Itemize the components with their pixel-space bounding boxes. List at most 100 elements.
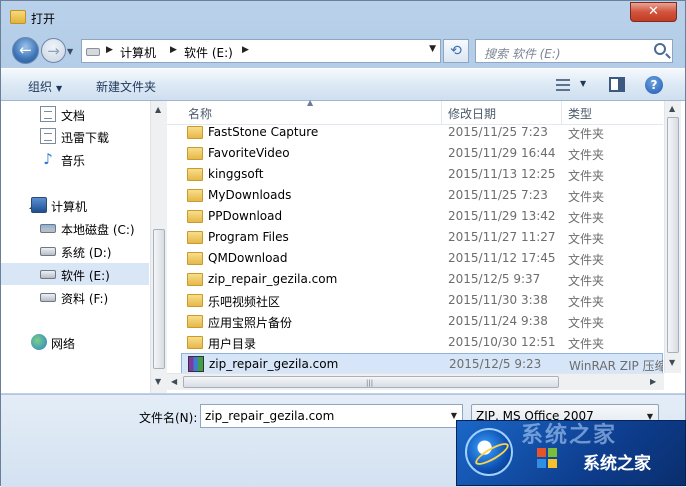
sidebar-item-label: 网络 xyxy=(51,337,76,351)
file-name: FastStone Capture xyxy=(208,125,319,139)
close-button[interactable]: ✕ xyxy=(630,2,677,22)
address-bar[interactable]: ▶ 计算机 ▶ 软件 (E:) ▶ ▼ xyxy=(81,39,441,63)
new-folder-button[interactable]: 新建文件夹 xyxy=(96,78,156,95)
file-name: 乐吧视频社区 xyxy=(208,295,281,309)
file-row[interactable]: QMDownload 2015/11/12 17:45 文件夹 xyxy=(181,248,663,269)
music-icon: ♪ xyxy=(43,150,53,168)
file-type: 文件夹 xyxy=(568,316,605,330)
file-date: 2015/11/12 17:45 xyxy=(448,251,556,265)
view-dropdown-icon[interactable]: ▼ xyxy=(580,79,586,88)
file-date: 2015/11/27 11:27 xyxy=(448,230,556,244)
file-date: 2015/11/25 7:23 xyxy=(448,188,548,202)
file-row[interactable]: MyDownloads 2015/11/25 7:23 文件夹 xyxy=(181,185,663,206)
file-list-vertical-scrollbar[interactable]: ▲ ▼ xyxy=(664,101,681,373)
forward-button[interactable]: → xyxy=(41,38,66,63)
open-file-dialog: 打开 ✕ ← → ▼ ▶ 计算机 ▶ 软件 (E:) ▶ ▼ ⟲ 搜索 软件 (… xyxy=(0,0,686,487)
file-type: 文件夹 xyxy=(568,253,605,267)
file-row[interactable]: zip_repair_gezila.com 2015/12/5 9:37 文件夹 xyxy=(181,269,663,290)
refresh-button[interactable]: ⟲ xyxy=(443,39,469,63)
search-icon[interactable] xyxy=(654,43,666,55)
folder-icon xyxy=(187,294,203,307)
sidebar-item-network[interactable]: 网络 xyxy=(1,331,149,353)
file-row[interactable]: kinggsoft 2015/11/13 12:25 文件夹 xyxy=(181,164,663,185)
file-row[interactable]: 用户目录 2015/10/30 12:51 文件夹 xyxy=(181,332,663,353)
preview-pane-icon[interactable] xyxy=(609,77,625,92)
flag-quadrant xyxy=(548,459,557,468)
sidebar-item-label: 软件 (E:) xyxy=(61,269,110,283)
flag-quadrant xyxy=(537,459,546,468)
column-header-type[interactable]: 类型 xyxy=(568,105,592,122)
file-row[interactable]: 应用宝照片备份 2015/11/24 9:38 文件夹 xyxy=(181,311,663,332)
file-list-horizontal-scrollbar[interactable]: ◀ ||| ▶ xyxy=(167,373,664,390)
file-row-selected[interactable]: zip_repair_gezila.com 2015/12/5 9:23 Win… xyxy=(181,353,663,374)
drive-icon xyxy=(40,293,56,302)
folder-icon xyxy=(187,189,203,202)
history-dropdown-icon[interactable]: ▼ xyxy=(67,47,73,56)
scroll-left-icon[interactable]: ◀ xyxy=(171,377,177,386)
sidebar-item-drive-d[interactable]: 系统 (D:) xyxy=(1,240,149,262)
sidebar-item-drive-e[interactable]: 软件 (E:) xyxy=(1,263,149,285)
scroll-up-icon[interactable]: ▲ xyxy=(155,105,161,114)
scroll-down-icon[interactable]: ▼ xyxy=(669,358,675,367)
folder-icon xyxy=(187,273,203,286)
folder-icon xyxy=(187,147,203,160)
network-icon xyxy=(31,334,47,350)
chevron-right-icon[interactable]: ▶ xyxy=(106,45,113,55)
sidebar-item-music[interactable]: ♪ 音乐 xyxy=(1,148,149,170)
scroll-down-icon[interactable]: ▼ xyxy=(155,377,161,386)
file-date: 2015/11/29 13:42 xyxy=(448,209,556,223)
folder-icon xyxy=(187,168,203,181)
view-options-icon[interactable] xyxy=(556,79,570,91)
chevron-down-icon: ▼ xyxy=(56,84,63,93)
column-header-date[interactable]: 修改日期 xyxy=(448,105,496,122)
sidebar-item-computer[interactable]: ◢ 计算机 xyxy=(1,194,149,216)
chevron-down-icon[interactable]: ▼ xyxy=(451,411,457,420)
sidebar-item-drive-c[interactable]: 本地磁盘 (C:) xyxy=(1,217,149,239)
sidebar-item-drive-f[interactable]: 资料 (F:) xyxy=(1,286,149,308)
file-date: 2015/11/29 16:44 xyxy=(448,146,556,160)
scroll-up-icon[interactable]: ▲ xyxy=(669,104,675,113)
document-icon xyxy=(40,128,56,144)
scrollbar-thumb[interactable]: ||| xyxy=(183,376,559,388)
column-header-name[interactable]: 名称 xyxy=(188,105,212,122)
filename-input[interactable]: zip_repair_gezila.com ▼ xyxy=(200,404,463,428)
watermark-text: 系统之家 xyxy=(583,454,651,474)
address-dropdown-icon[interactable]: ▼ xyxy=(429,44,436,54)
scrollbar-thumb[interactable] xyxy=(153,229,165,369)
organize-button[interactable]: 组织 ▼ xyxy=(28,78,62,95)
file-name: MyDownloads xyxy=(208,188,292,202)
breadcrumb-computer[interactable]: 计算机 xyxy=(120,44,156,61)
folder-icon xyxy=(187,336,203,349)
file-date: 2015/11/24 9:38 xyxy=(448,314,548,328)
window-title: 打开 xyxy=(31,12,56,26)
back-button[interactable]: ← xyxy=(12,37,39,64)
breadcrumb-drive-e[interactable]: 软件 (E:) xyxy=(184,44,233,61)
winrar-icon xyxy=(188,356,204,372)
help-icon[interactable]: ? xyxy=(645,76,663,94)
file-date: 2015/10/30 12:51 xyxy=(448,335,556,349)
chevron-right-icon[interactable]: ▶ xyxy=(242,45,249,55)
folder-icon xyxy=(187,126,203,139)
sidebar-scrollbar[interactable]: ▲ ▼ xyxy=(150,101,167,393)
file-row[interactable]: 乐吧视频社区 2015/11/30 3:38 文件夹 xyxy=(181,290,663,311)
sidebar-item-label: 资料 (F:) xyxy=(61,292,109,306)
windows-flag-icon xyxy=(529,445,571,469)
search-box[interactable]: 搜索 软件 (E:) xyxy=(475,39,673,63)
scroll-right-icon[interactable]: ▶ xyxy=(650,377,656,386)
file-row[interactable]: PPDownload 2015/11/29 13:42 文件夹 xyxy=(181,206,663,227)
chevron-right-icon[interactable]: ▶ xyxy=(170,45,177,55)
file-name: PPDownload xyxy=(208,209,283,223)
search-input[interactable]: 搜索 软件 (E:) xyxy=(484,45,561,62)
filename-value[interactable]: zip_repair_gezila.com xyxy=(205,409,334,423)
sidebar-item-documents[interactable]: 文档 xyxy=(1,103,149,125)
file-date: 2015/11/30 3:38 xyxy=(448,293,548,307)
file-row[interactable]: FastStone Capture 2015/11/25 7:23 文件夹 xyxy=(181,122,663,143)
file-row[interactable]: Program Files 2015/11/27 11:27 文件夹 xyxy=(181,227,663,248)
scrollbar-thumb[interactable] xyxy=(667,117,679,353)
drive-icon xyxy=(40,270,56,279)
file-date: 2015/11/25 7:23 xyxy=(448,125,548,139)
file-type: 文件夹 xyxy=(568,169,605,183)
file-row[interactable]: FavoriteVideo 2015/11/29 16:44 文件夹 xyxy=(181,143,663,164)
navigation-pane: 文档 迅雷下载 ♪ 音乐 ◢ 计算机 本地磁盘 (C:) 系统 (D:) 软件 … xyxy=(1,101,167,393)
sidebar-item-xunlei-downloads[interactable]: 迅雷下载 xyxy=(1,125,149,147)
